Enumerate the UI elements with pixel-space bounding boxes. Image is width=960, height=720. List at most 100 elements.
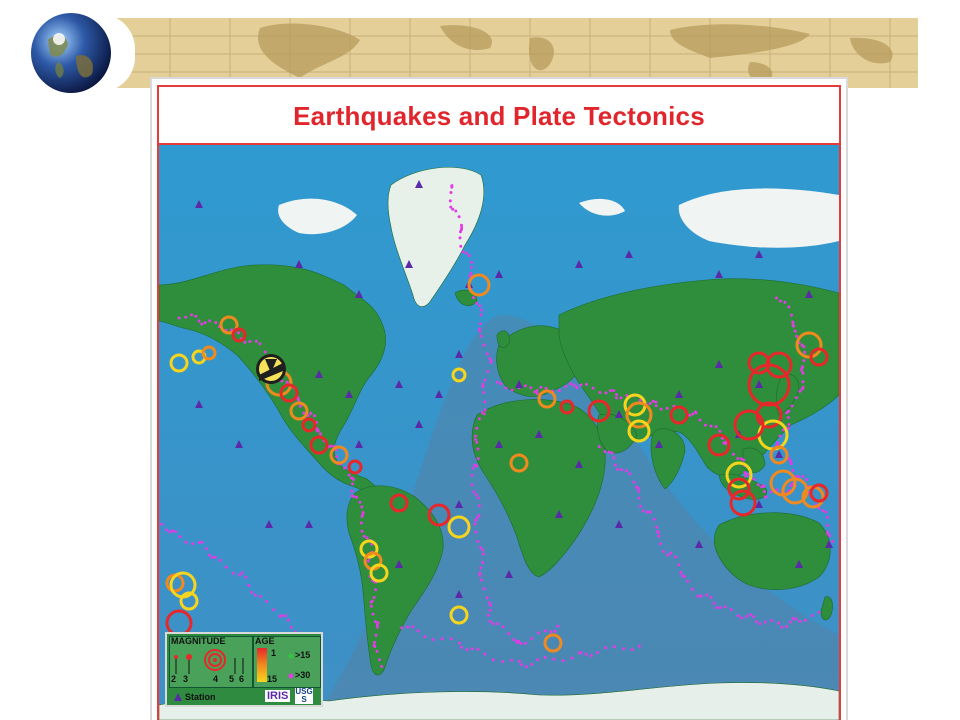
seismic-dot	[359, 521, 363, 525]
seismic-dot	[478, 545, 482, 549]
seismic-dot	[516, 641, 520, 645]
seismic-dot	[780, 625, 784, 629]
seismic-dot	[677, 563, 681, 567]
seismic-dot	[298, 404, 302, 408]
seismic-dot	[614, 396, 618, 400]
seismic-dot	[258, 342, 262, 346]
magnitude-value-2: 2	[171, 674, 177, 684]
seismic-dot	[467, 254, 471, 258]
seismic-dot	[825, 515, 829, 519]
seismic-dot	[178, 535, 182, 539]
seismic-dot	[477, 513, 481, 517]
seismic-dot	[478, 304, 482, 308]
magnitude-value-5: 5	[229, 674, 235, 684]
age-dot-label-30: >30	[295, 670, 311, 680]
seismic-dot	[165, 528, 168, 532]
magnitude-label: MAGNITUDE	[171, 636, 226, 646]
seismic-dot	[285, 380, 289, 384]
seismic-dot	[754, 620, 758, 624]
seismic-dot	[696, 594, 700, 598]
seismic-dot	[802, 359, 806, 363]
seismic-dot	[698, 418, 702, 422]
seismic-dot	[472, 490, 476, 494]
seismic-dot	[612, 456, 616, 460]
seismic-dot	[479, 313, 483, 317]
seismic-dot	[613, 463, 617, 467]
seismic-dot	[485, 352, 489, 356]
seismic-dot	[190, 313, 194, 317]
seismic-dot	[591, 386, 595, 390]
seismic-dot	[657, 534, 661, 538]
seismic-dot	[171, 529, 174, 533]
seismic-dot	[636, 487, 640, 490]
seismic-dot	[286, 618, 290, 622]
seismic-dot	[669, 551, 673, 555]
seismic-dot	[472, 296, 475, 300]
seismic-dot	[553, 629, 557, 633]
seismic-dot	[637, 644, 641, 648]
seismic-dot	[787, 423, 791, 427]
seismic-dot	[764, 495, 768, 499]
magnitude-value-4: 4	[213, 674, 219, 684]
seismic-dot	[231, 571, 235, 575]
seismic-dot	[569, 382, 573, 386]
seismic-dot	[637, 489, 641, 493]
seismic-dot	[351, 482, 354, 486]
seismic-dot	[536, 658, 540, 662]
magnitude-scale-graphic	[174, 649, 244, 674]
seismic-dot	[535, 389, 539, 392]
seismic-dot	[539, 385, 543, 389]
seismic-dot	[774, 296, 778, 300]
seismic-dot	[495, 380, 499, 384]
seismic-dot	[604, 391, 608, 395]
seismic-dot	[579, 383, 583, 387]
seismic-dot	[625, 469, 628, 473]
seismic-dot	[352, 495, 356, 498]
seismic-dot	[478, 504, 481, 508]
seismic-dot	[510, 388, 514, 392]
seismic-dot	[789, 459, 793, 463]
seismic-dot	[616, 467, 620, 471]
seismic-dot	[752, 477, 756, 481]
seismic-dot	[762, 490, 766, 493]
seismic-dot	[805, 478, 809, 481]
seismic-dot	[655, 525, 659, 529]
seismic-dot	[496, 622, 500, 626]
seismic-dot	[474, 434, 477, 438]
seismic-dot	[525, 665, 529, 669]
seismic-dot	[406, 625, 410, 629]
seismic-dot	[369, 604, 373, 608]
seismic-dot	[481, 385, 485, 389]
seismic-dot	[790, 404, 794, 408]
seismic-dot	[654, 400, 658, 404]
seismic-dot	[373, 645, 377, 649]
seismic-dot	[470, 647, 474, 651]
seismic-dot	[656, 531, 660, 535]
seismic-dot	[208, 319, 212, 323]
seismic-dot	[238, 573, 242, 577]
seismic-dot	[360, 514, 364, 518]
seismic-dot	[471, 466, 475, 470]
seismic-dot	[637, 496, 641, 500]
age-label: AGE	[255, 636, 275, 646]
seismic-dot	[272, 608, 276, 612]
seismic-dot	[486, 613, 490, 617]
seismic-dot	[552, 657, 556, 661]
seismic-dot	[518, 659, 522, 663]
seismic-dot	[469, 271, 473, 275]
beachball-icon	[256, 354, 286, 384]
seismic-dot	[168, 530, 172, 534]
seismic-dot	[479, 566, 483, 570]
seismic-dot	[570, 656, 574, 660]
seismic-dot	[769, 490, 773, 494]
seismic-dot	[651, 399, 655, 403]
seismic-dot	[603, 450, 607, 453]
seismic-dot	[376, 621, 380, 625]
seismic-dot	[800, 369, 804, 372]
seismic-dot	[248, 340, 252, 343]
seismic-dot	[524, 384, 527, 388]
seismic-dot	[319, 432, 322, 436]
seismic-dot	[411, 625, 415, 629]
seismic-dot	[254, 339, 258, 343]
seismic-dot	[218, 558, 222, 562]
